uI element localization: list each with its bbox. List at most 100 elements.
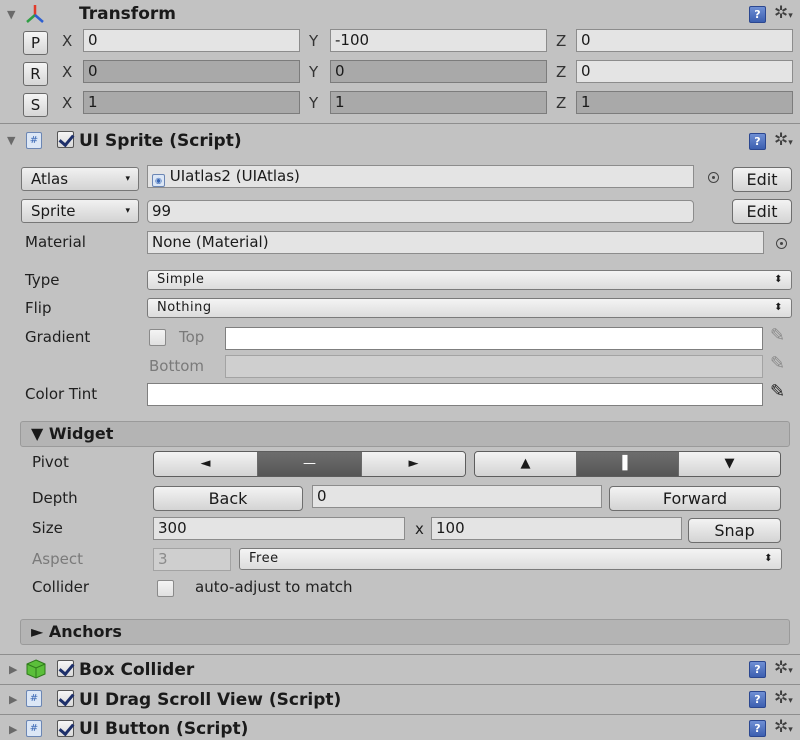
rotation-reset-button[interactable]: R xyxy=(23,62,48,86)
sprite-edit-button[interactable]: Edit xyxy=(732,199,792,224)
aspect-field: 3 xyxy=(153,548,231,571)
size-height-field[interactable]: 100 xyxy=(431,517,682,540)
rotation-y-field[interactable]: 0 xyxy=(330,60,547,83)
position-y-label: Y xyxy=(309,32,319,50)
ui-drag-scroll-view-header[interactable]: ▶ # UI Drag Scroll View (Script) ? ✲▾ xyxy=(0,686,800,713)
box-collider-header[interactable]: ▶ Box Collider ? ✲▾ xyxy=(0,656,800,683)
depth-forward-button[interactable]: Forward xyxy=(609,486,781,511)
help-icon[interactable]: ? xyxy=(749,661,766,678)
size-separator-label: x xyxy=(415,520,424,538)
ui-sprite-enabled-checkbox[interactable] xyxy=(57,131,74,148)
rotation-x-field[interactable]: 0 xyxy=(83,60,300,83)
help-icon[interactable]: ? xyxy=(749,691,766,708)
widget-section-header[interactable]: ▼ Widget xyxy=(20,421,790,447)
transform-header[interactable]: ▼ Transform ? ✲▾ xyxy=(0,0,800,28)
position-x-field[interactable]: 0 xyxy=(83,29,300,52)
scale-x-field[interactable]: 1 xyxy=(83,91,300,114)
gear-icon[interactable]: ✲▾ xyxy=(774,660,793,680)
chevron-down-icon: ▾ xyxy=(125,174,130,184)
pivot-bottom-button[interactable]: ▼ xyxy=(679,452,780,476)
position-x-label: X xyxy=(62,32,73,50)
eyedropper-icon[interactable]: ✎ xyxy=(770,381,785,402)
gradient-top-color-field[interactable] xyxy=(225,327,763,350)
atlas-object-field[interactable]: ◉ UIatlas2 (UIAtlas) xyxy=(147,165,694,188)
aspect-mode-popup[interactable]: Free ⬍ xyxy=(239,548,782,570)
atlas-dropdown[interactable]: Atlas ▾ xyxy=(21,167,139,191)
gear-icon[interactable]: ✲▾ xyxy=(774,5,793,25)
pivot-left-button[interactable]: ◄ xyxy=(154,452,258,476)
script-icon: # xyxy=(26,720,42,737)
pivot-horizontal-group: ◄ — ► xyxy=(153,451,466,477)
expand-triangle-icon[interactable]: ▶ xyxy=(9,693,17,706)
material-label: Material xyxy=(25,233,86,251)
help-icon[interactable]: ? xyxy=(749,133,766,150)
separator xyxy=(0,714,800,715)
pivot-middle-button[interactable]: ▌ xyxy=(577,452,679,476)
depth-label: Depth xyxy=(32,489,78,507)
gradient-bottom-color-field[interactable] xyxy=(225,355,763,378)
pivot-center-button[interactable]: — xyxy=(258,452,362,476)
scale-z-label: Z xyxy=(556,94,567,112)
gradient-checkbox[interactable] xyxy=(149,329,166,346)
rotation-x-label: X xyxy=(62,63,73,81)
sprite-dropdown[interactable]: Sprite ▾ xyxy=(21,199,139,223)
script-icon: # xyxy=(26,132,42,149)
scale-x-label: X xyxy=(62,94,73,112)
eyedropper-icon[interactable]: ✎ xyxy=(770,325,785,346)
depth-back-button[interactable]: Back xyxy=(153,486,303,511)
type-popup[interactable]: Simple ⬍ xyxy=(147,270,792,290)
type-popup-value: Simple xyxy=(157,272,205,287)
color-tint-label: Color Tint xyxy=(25,385,98,403)
expand-triangle-icon[interactable]: ▶ xyxy=(9,723,17,736)
anchors-section-header[interactable]: ► Anchors xyxy=(20,619,790,645)
updown-arrow-icon: ⬍ xyxy=(764,553,773,564)
atlas-dropdown-label: Atlas xyxy=(31,170,69,188)
atlas-asset-icon: ◉ xyxy=(152,174,165,187)
size-width-field[interactable]: 300 xyxy=(153,517,405,540)
sprite-name-field[interactable]: 99 xyxy=(147,200,694,223)
scale-y-field[interactable]: 1 xyxy=(330,91,547,114)
pivot-top-button[interactable]: ▲ xyxy=(475,452,577,476)
rotation-z-label: Z xyxy=(556,63,567,81)
help-icon[interactable]: ? xyxy=(749,6,766,23)
help-icon[interactable]: ? xyxy=(749,720,766,737)
gear-icon[interactable]: ✲▾ xyxy=(774,690,793,710)
material-object-field[interactable]: None (Material) xyxy=(147,231,764,254)
pivot-right-button[interactable]: ► xyxy=(362,452,465,476)
position-z-label: Z xyxy=(556,32,567,50)
collider-auto-adjust-checkbox[interactable] xyxy=(157,580,174,597)
snap-button[interactable]: Snap xyxy=(688,518,781,543)
separator xyxy=(0,123,800,124)
transform-axes-icon xyxy=(26,5,44,23)
position-y-field[interactable]: -100 xyxy=(330,29,547,52)
flip-popup[interactable]: Nothing ⬍ xyxy=(147,298,792,318)
size-label: Size xyxy=(32,519,63,537)
position-z-field[interactable]: 0 xyxy=(576,29,793,52)
box-collider-enabled-checkbox[interactable] xyxy=(57,660,74,677)
collapse-triangle-icon[interactable]: ▼ xyxy=(7,8,15,21)
gear-icon[interactable]: ✲▾ xyxy=(774,719,793,739)
collapse-triangle-icon[interactable]: ▼ xyxy=(7,134,15,147)
scale-reset-button[interactable]: S xyxy=(23,93,48,117)
updown-arrow-icon: ⬍ xyxy=(774,302,783,313)
rotation-z-field[interactable]: 0 xyxy=(576,60,793,83)
position-reset-button[interactable]: P xyxy=(23,31,48,55)
aspect-mode-value: Free xyxy=(249,551,279,566)
sprite-dropdown-label: Sprite xyxy=(31,202,76,220)
ui-sprite-title: UI Sprite (Script) xyxy=(79,131,242,151)
gear-icon[interactable]: ✲▾ xyxy=(774,132,793,152)
depth-field[interactable]: 0 xyxy=(312,485,602,508)
flip-popup-value: Nothing xyxy=(157,300,212,315)
scale-z-field[interactable]: 1 xyxy=(576,91,793,114)
eyedropper-icon[interactable]: ✎ xyxy=(770,353,785,374)
ui-button-header[interactable]: ▶ # UI Button (Script) ? ✲▾ xyxy=(0,716,800,740)
chevron-down-icon: ▾ xyxy=(125,206,130,216)
ui-drag-scroll-view-enabled-checkbox[interactable] xyxy=(57,690,74,707)
atlas-edit-button[interactable]: Edit xyxy=(732,167,792,192)
object-picker-icon[interactable] xyxy=(708,172,719,183)
color-tint-field[interactable] xyxy=(147,383,763,406)
object-picker-icon[interactable] xyxy=(776,238,787,249)
expand-triangle-icon[interactable]: ▶ xyxy=(9,663,17,676)
ui-sprite-header[interactable]: ▼ # UI Sprite (Script) ? ✲▾ xyxy=(0,126,800,154)
ui-button-enabled-checkbox[interactable] xyxy=(57,720,74,737)
